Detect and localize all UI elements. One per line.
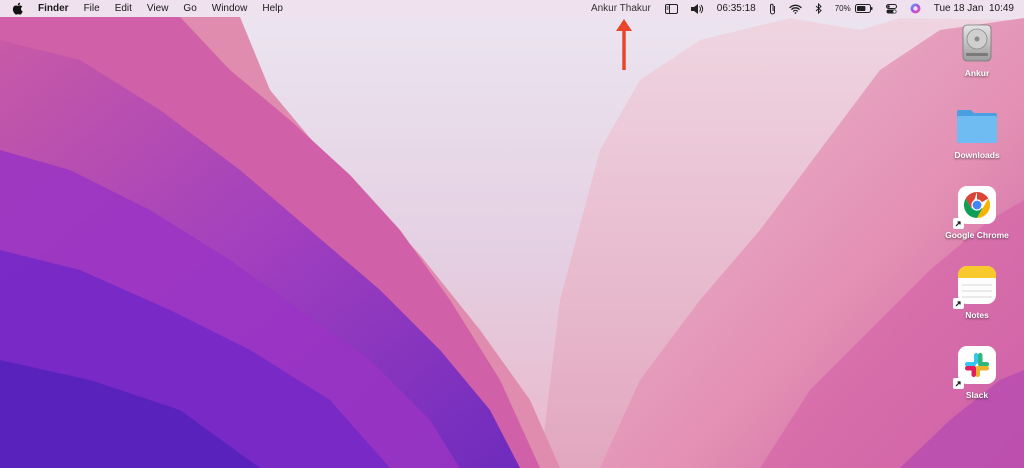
- folder-icon: [955, 103, 999, 147]
- menu-window[interactable]: Window: [212, 0, 248, 17]
- menu-bar-clock[interactable]: Tue 18 Jan 10:49: [934, 0, 1014, 17]
- siri-icon[interactable]: [910, 3, 921, 14]
- desktop-icon-label: Notes: [965, 310, 989, 320]
- alias-arrow-icon: [953, 298, 964, 309]
- menu-file[interactable]: File: [84, 0, 100, 17]
- desktop-icon-hard-drive[interactable]: Ankur: [937, 21, 1017, 78]
- desktop-icon-notes[interactable]: Notes: [937, 263, 1017, 320]
- control-center-icon[interactable]: [885, 3, 897, 14]
- desktop-icon-label: Downloads: [954, 150, 1000, 160]
- desktop-icon-label: Google Chrome: [945, 230, 1009, 240]
- user-account-menu[interactable]: Ankur Thakur: [591, 0, 651, 17]
- bluetooth-icon[interactable]: [815, 3, 822, 14]
- alias-arrow-icon: [953, 218, 964, 229]
- menu-view[interactable]: View: [147, 0, 169, 17]
- wifi-icon[interactable]: [789, 4, 802, 14]
- app-menu-finder[interactable]: Finder: [38, 0, 69, 17]
- notes-icon: [953, 263, 999, 309]
- menu-go[interactable]: Go: [183, 0, 196, 17]
- sidebar-widget-icon[interactable]: [664, 3, 678, 14]
- battery-percent: 70%: [834, 4, 851, 13]
- timer-readout[interactable]: 06:35:18: [717, 0, 756, 17]
- chrome-icon: [953, 183, 999, 229]
- alias-arrow-icon: [953, 378, 964, 389]
- desktop-icon-slack[interactable]: Slack: [937, 343, 1017, 400]
- desktop-icon-downloads[interactable]: Downloads: [937, 103, 1017, 160]
- desktop-wallpaper: [0, 0, 1024, 468]
- menu-edit[interactable]: Edit: [115, 0, 132, 17]
- paperclip-icon[interactable]: [769, 3, 776, 15]
- hard-drive-icon: [955, 21, 999, 65]
- desktop-icon-label: Slack: [965, 390, 989, 400]
- menu-help[interactable]: Help: [262, 0, 283, 17]
- volume-icon[interactable]: [690, 3, 704, 14]
- slack-icon: [953, 343, 999, 389]
- desktop-icon-google-chrome[interactable]: Google Chrome: [937, 183, 1017, 240]
- menu-bar: Finder File Edit View Go Window Help Ank…: [0, 0, 1024, 17]
- apple-menu-icon[interactable]: [12, 2, 26, 16]
- annotation-arrow: [616, 19, 632, 70]
- desktop-icon-label: Ankur: [964, 68, 990, 78]
- battery-icon[interactable]: [854, 4, 873, 13]
